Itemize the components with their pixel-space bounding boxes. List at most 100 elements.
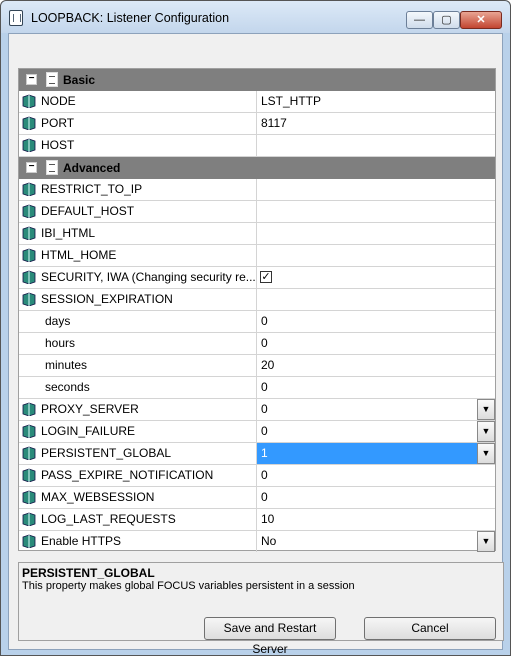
document-icon	[46, 160, 58, 175]
property-book-icon	[22, 138, 36, 152]
property-value-pass-expire-notification[interactable]: 0	[257, 465, 495, 486]
property-row-hours[interactable]: hours 0	[19, 333, 495, 355]
property-book-icon	[22, 116, 36, 130]
property-name-cell: DEFAULT_HOST	[19, 201, 257, 222]
property-value-ibi-html[interactable]	[257, 223, 495, 244]
property-row-default-host[interactable]: DEFAULT_HOST	[19, 201, 495, 223]
property-value-default-host[interactable]	[257, 201, 495, 222]
title-bar[interactable]: LOOPBACK: Listener Configuration — ▢ ✕	[1, 1, 510, 33]
property-name: HOST	[41, 138, 75, 152]
property-row-log-last-requests[interactable]: LOG_LAST_REQUESTS 10	[19, 509, 495, 531]
property-row-login-failure[interactable]: LOGIN_FAILURE 0 ▼	[19, 421, 495, 443]
category-advanced[interactable]: − Advanced	[19, 157, 495, 179]
property-book-icon	[22, 468, 36, 482]
property-name: LOGIN_FAILURE	[41, 424, 136, 438]
property-name-cell: IBI_HTML	[19, 223, 257, 244]
property-value-html-home[interactable]	[257, 245, 495, 266]
property-name-cell: Enable HTTPS	[19, 531, 257, 552]
property-row-days[interactable]: days 0	[19, 311, 495, 333]
property-book-icon	[22, 204, 36, 218]
property-value-session-expiration[interactable]	[257, 289, 495, 310]
property-row-node[interactable]: NODE LST_HTTP	[19, 91, 495, 113]
property-name-cell: LOGIN_FAILURE	[19, 421, 257, 442]
property-name: seconds	[19, 377, 257, 398]
property-book-icon	[22, 424, 36, 438]
property-row-pass-expire-notification[interactable]: PASS_EXPIRE_NOTIFICATION 0	[19, 465, 495, 487]
property-book-icon	[22, 226, 36, 240]
dropdown-value: 0	[261, 402, 268, 416]
cancel-button[interactable]: Cancel	[364, 617, 496, 640]
category-label: Basic	[63, 73, 96, 87]
property-row-enable-https[interactable]: Enable HTTPS No ▼	[19, 531, 495, 553]
property-name: DEFAULT_HOST	[41, 204, 135, 218]
property-row-restrict-to-ip[interactable]: RESTRICT_TO_IP	[19, 179, 495, 201]
dropdown-arrow-icon[interactable]: ▼	[477, 399, 495, 420]
property-value-restrict-to-ip[interactable]	[257, 179, 495, 200]
property-name: RESTRICT_TO_IP	[41, 182, 143, 196]
property-name: PASS_EXPIRE_NOTIFICATION	[41, 468, 214, 482]
property-name: SESSION_EXPIRATION	[41, 292, 173, 306]
property-value-days[interactable]: 0	[257, 311, 495, 332]
property-book-icon	[22, 402, 36, 416]
description-title: PERSISTENT_GLOBAL	[22, 566, 155, 580]
property-book-icon	[22, 446, 36, 460]
security-checkbox[interactable]: ✓	[260, 271, 272, 283]
category-basic[interactable]: − Basic	[19, 69, 495, 91]
property-row-persistent-global[interactable]: PERSISTENT_GLOBAL 1 ▼	[19, 443, 495, 465]
property-row-seconds[interactable]: seconds 0	[19, 377, 495, 399]
dropdown-arrow-icon[interactable]: ▼	[477, 421, 495, 442]
property-value-log-last-requests[interactable]: 10	[257, 509, 495, 530]
property-row-ibi-html[interactable]: IBI_HTML	[19, 223, 495, 245]
property-name: days	[19, 311, 257, 332]
property-value-hours[interactable]: 0	[257, 333, 495, 354]
dropdown-value: 1	[261, 446, 268, 460]
property-value-login-failure[interactable]: 0 ▼	[257, 421, 495, 442]
property-name: PERSISTENT_GLOBAL	[41, 446, 172, 460]
property-name: IBI_HTML	[41, 226, 96, 240]
property-value-enable-https[interactable]: No ▼	[257, 531, 495, 552]
property-row-minutes[interactable]: minutes 20	[19, 355, 495, 377]
property-book-icon	[22, 182, 36, 196]
collapse-icon[interactable]: −	[26, 162, 37, 173]
property-value-persistent-global[interactable]: 1 ▼	[257, 443, 495, 464]
property-row-host[interactable]: HOST	[19, 135, 495, 157]
dropdown-value: No	[261, 534, 277, 548]
minimize-button[interactable]: —	[406, 11, 433, 29]
property-value-port[interactable]: 8117	[257, 113, 495, 134]
property-row-proxy-server[interactable]: PROXY_SERVER 0 ▼	[19, 399, 495, 421]
property-value-minutes[interactable]: 20	[257, 355, 495, 376]
property-value-proxy-server[interactable]: 0 ▼	[257, 399, 495, 420]
property-value-security[interactable]: ✓	[257, 267, 495, 288]
close-button[interactable]: ✕	[460, 11, 502, 29]
property-name-cell: PROXY_SERVER	[19, 399, 257, 420]
dropdown-arrow-icon[interactable]: ▼	[477, 443, 495, 464]
property-name: LOG_LAST_REQUESTS	[41, 512, 176, 526]
property-row-session-expiration[interactable]: SESSION_EXPIRATION	[19, 289, 495, 311]
save-and-restart-button[interactable]: Save and Restart Server	[204, 617, 336, 656]
maximize-button[interactable]: ▢	[433, 11, 460, 29]
property-row-port[interactable]: PORT 8117	[19, 113, 495, 135]
property-book-icon	[22, 248, 36, 262]
dropdown-arrow-icon[interactable]: ▼	[477, 531, 495, 552]
property-name: SECURITY, IWA (Changing security re...	[41, 270, 256, 284]
property-name: PROXY_SERVER	[41, 402, 139, 416]
property-value-host[interactable]	[257, 135, 495, 156]
property-row-html-home[interactable]: HTML_HOME	[19, 245, 495, 267]
property-grid: − Basic NODE LST_HTTP PORT 8117 HOST − A…	[18, 68, 496, 553]
property-row-security[interactable]: SECURITY, IWA (Changing security re... ✓	[19, 267, 495, 289]
property-value-max-websession[interactable]: 0	[257, 487, 495, 508]
property-name-cell: PERSISTENT_GLOBAL	[19, 443, 257, 464]
property-row-max-websession[interactable]: MAX_WEBSESSION 0	[19, 487, 495, 509]
collapse-icon[interactable]: −	[26, 74, 37, 85]
property-value-node[interactable]: LST_HTTP	[257, 91, 495, 112]
property-name: Enable HTTPS	[41, 534, 122, 548]
description-text: This property makes global FOCUS variabl…	[22, 580, 355, 592]
listener-config-window: LOOPBACK: Listener Configuration — ▢ ✕ −…	[0, 0, 511, 656]
property-name: NODE	[41, 94, 76, 108]
property-name-cell: SECURITY, IWA (Changing security re...	[19, 267, 257, 288]
property-name-cell: SESSION_EXPIRATION	[19, 289, 257, 310]
property-name: MAX_WEBSESSION	[41, 490, 155, 504]
property-value-seconds[interactable]: 0	[257, 377, 495, 398]
window-title: LOOPBACK: Listener Configuration	[31, 11, 230, 25]
property-name: hours	[19, 333, 257, 354]
